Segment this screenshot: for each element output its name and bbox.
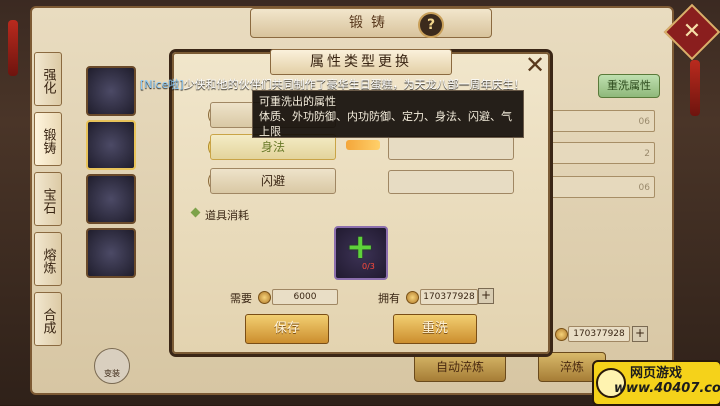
need-label: 需要: [230, 292, 252, 305]
dialog-title: 属性类型更换: [270, 49, 452, 75]
equipment-slot-shoulder[interactable]: [86, 174, 136, 224]
need-value: 6000: [272, 289, 338, 305]
tooltip-title: 可重洗出的属性: [259, 95, 336, 108]
attribute-option[interactable]: 闪避: [210, 168, 336, 194]
attribute-row: 06: [545, 176, 655, 198]
have-value: 170377928: [568, 326, 630, 342]
coin-icon: [258, 291, 271, 304]
rewash-button[interactable]: 重洗: [393, 314, 477, 344]
equipment-slot-armor[interactable]: [86, 120, 136, 170]
equipment-slot-necklace[interactable]: [86, 66, 136, 116]
watermark-url: www.40407.com: [614, 381, 720, 396]
watermark-top-text: 网页游戏: [630, 366, 683, 381]
new-attribute-slot: [388, 170, 514, 194]
tab-forge[interactable]: 锻铸: [34, 112, 62, 166]
coin-icon: [555, 328, 568, 341]
rewash-attributes-button[interactable]: 重洗属性: [598, 74, 660, 98]
item-count: 0/3: [362, 262, 375, 271]
have-value: 170377928: [420, 289, 478, 305]
chat-channel-tag[interactable]: [Nice啦]: [140, 78, 184, 91]
attribute-row: 2: [545, 142, 655, 164]
costume-preview-button[interactable]: 变装: [94, 348, 130, 384]
new-attribute-slot: [388, 136, 514, 160]
have-label: 拥有: [378, 292, 400, 305]
plus-icon[interactable]: +: [346, 230, 375, 264]
add-currency-button[interactable]: +: [632, 326, 648, 342]
tab-synthesize[interactable]: 合成: [34, 292, 62, 346]
tooltip-body: 体质、外功防御、内功防御、定力、身法、闪避、气上限: [259, 110, 512, 138]
tab-strengthen[interactable]: 强化: [34, 52, 62, 106]
coin-icon: [406, 291, 419, 304]
arrow-right-icon: [346, 140, 380, 150]
item-cost-title: 道具消耗: [205, 209, 249, 222]
left-lantern: [8, 20, 18, 76]
forge-title: 锻铸: [250, 8, 492, 38]
auto-temper-button[interactable]: 自动淬炼: [414, 352, 506, 382]
tab-smelt[interactable]: 熔炼: [34, 232, 62, 286]
right-lantern: [690, 60, 700, 116]
close-icon[interactable]: ✕: [522, 52, 548, 78]
help-icon[interactable]: ?: [418, 12, 444, 38]
attribute-tooltip: 可重洗出的属性 体质、外功防御、内功防御、定力、身法、闪避、气上限: [252, 90, 524, 138]
attribute-row: 06: [545, 110, 655, 132]
tab-gem[interactable]: 宝石: [34, 172, 62, 226]
add-currency-button[interactable]: +: [478, 288, 494, 304]
save-button[interactable]: 保存: [245, 314, 329, 344]
equipment-slot-boots[interactable]: [86, 228, 136, 278]
